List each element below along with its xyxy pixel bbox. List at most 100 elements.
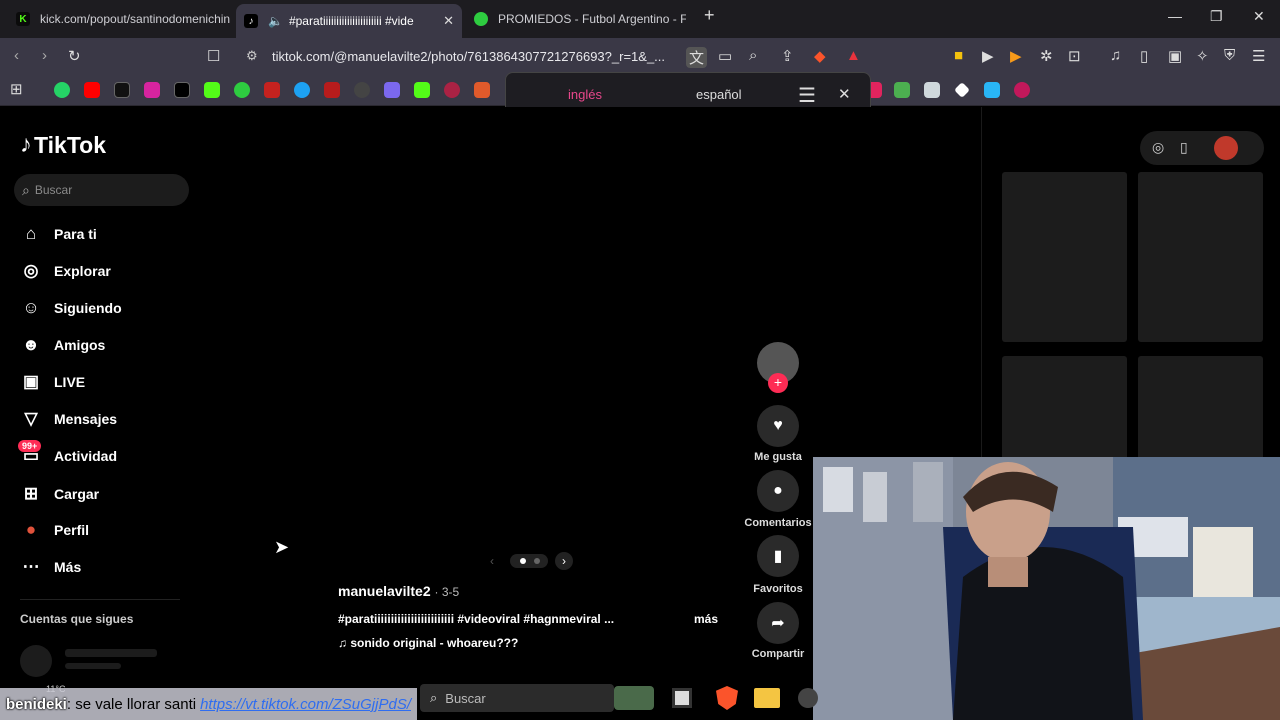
translate-close-icon[interactable]: ✕ (838, 85, 851, 103)
task-view-icon[interactable] (672, 688, 692, 708)
like-button[interactable]: ♥ (757, 405, 799, 447)
tab-kick[interactable]: K kick.com/popout/santinodomenichin (8, 6, 234, 32)
translate-menu-icon[interactable]: ☰ (798, 83, 816, 108)
apps-grid-icon[interactable]: ⊞ (10, 80, 23, 98)
source-language-tab[interactable]: inglés (568, 87, 602, 102)
sidebar-item-para-ti[interactable]: ⌂ Para ti (20, 222, 97, 246)
wallet-icon[interactable]: ▣ (1168, 47, 1182, 65)
close-tab-icon[interactable]: ✕ (435, 13, 454, 29)
reload-icon[interactable]: ↻ (68, 47, 81, 65)
record-bookmark-icon[interactable] (1014, 82, 1030, 98)
sidebar-item-explorar[interactable]: ◎ Explorar (20, 259, 111, 283)
kick-bookmark-icon[interactable] (204, 82, 220, 98)
bookmark-orange-icon[interactable] (474, 82, 490, 98)
zoom-icon[interactable]: ⌕ (749, 47, 757, 64)
chat-username: benideki (6, 695, 67, 713)
post-sound[interactable]: ♫ sonido original - whoareu??? (338, 636, 518, 650)
whatsapp-icon[interactable] (54, 82, 70, 98)
compass-icon: ◎ (23, 261, 39, 280)
vpn-icon[interactable]: ⛨ (1224, 47, 1235, 64)
promiedos-bookmark-icon[interactable] (234, 82, 250, 98)
bookmark-icon[interactable]: ☐ (207, 47, 220, 65)
search-input[interactable]: ⌕ Buscar (14, 174, 189, 206)
follow-plus-icon[interactable]: + (768, 373, 788, 393)
chat-link[interactable]: https://vt.tiktok.com/ZSuGjjPdS/ (200, 696, 411, 713)
share-page-icon[interactable]: ⇪ (781, 47, 794, 65)
carousel-dot-active[interactable] (520, 558, 526, 564)
tab-tiktok[interactable]: ♪ 🔈 #paratiiiiiiiiiiiiiiiiiiiiii #vide ✕ (236, 4, 462, 38)
related-thumbnail[interactable] (1138, 172, 1263, 342)
extension-icon[interactable]: ■ (954, 47, 963, 64)
diamond-bookmark-icon[interactable] (954, 82, 970, 98)
carousel-next-icon[interactable]: › (555, 552, 573, 570)
brave-shield-icon[interactable]: ◆ (814, 47, 826, 65)
sidebar-item-mas[interactable]: ⋯ Más (20, 555, 82, 579)
brave-rewards-icon[interactable]: ▲ (846, 47, 861, 64)
settings-taskbar-icon[interactable] (798, 688, 818, 708)
device-icon[interactable]: ▯ (1180, 139, 1188, 156)
restore-icon[interactable]: ❐ (1210, 8, 1223, 25)
forward-icon[interactable]: › (42, 47, 47, 64)
bookmark-circle-icon[interactable] (444, 82, 460, 98)
cast-icon[interactable]: ▭ (718, 47, 732, 65)
favorites-button[interactable]: ▮ (757, 535, 799, 577)
sidebar-item-siguiendo[interactable]: ☺ Siguiendo (20, 296, 121, 320)
minimize-icon[interactable]: — (1168, 8, 1182, 24)
bookmark-m-icon[interactable] (384, 82, 400, 98)
top-right-controls: ◎ ▯ (1140, 131, 1264, 165)
media-icon[interactable]: ▶ (1010, 47, 1022, 65)
tab-promiedos[interactable]: PROMIEDOS - Futbol Argentino - Fix (466, 6, 686, 32)
taskbar-search[interactable]: ⌕ Buscar (420, 684, 614, 712)
sidebar-toggle-icon[interactable]: ▯ (1140, 47, 1148, 65)
youtube-icon[interactable] (84, 82, 100, 98)
compass-small-icon[interactable]: ◎ (1152, 139, 1164, 156)
leo-ai-icon[interactable]: ✧ (1196, 47, 1209, 65)
sidebar-item-mensajes[interactable]: ▽ Mensajes (20, 407, 117, 431)
carousel-dot[interactable] (534, 558, 540, 564)
tiktok-logo[interactable]: ♪ TikTok (20, 131, 106, 159)
extensions-icon[interactable]: ✲ (1040, 47, 1053, 65)
play-extension-icon[interactable]: ▶ (982, 47, 994, 65)
menu-icon[interactable]: ☰ (1252, 47, 1265, 65)
name-skeleton (65, 663, 121, 669)
back-icon[interactable]: ‹ (14, 47, 19, 64)
bookmark-app-icon[interactable] (294, 82, 310, 98)
address-bar[interactable]: ⚙ tiktok.com/@manuelavilte2/photo/761386… (238, 42, 680, 70)
comments-button[interactable]: ● (757, 470, 799, 512)
x-icon[interactable] (174, 82, 190, 98)
target-language-tab[interactable]: español (696, 87, 742, 102)
kick-bookmark-2-icon[interactable] (414, 82, 430, 98)
download-bookmark-icon[interactable] (894, 82, 910, 98)
sidebar-item-live[interactable]: ▣ LIVE (20, 370, 85, 394)
sidebar-item-perfil[interactable]: ● Perfil (20, 518, 89, 542)
chart-bookmark-icon[interactable] (324, 82, 340, 98)
translate-icon[interactable]: 文 (686, 47, 708, 68)
more-caption-button[interactable]: más (694, 612, 718, 626)
upload-icon: ⊞ (23, 484, 39, 503)
carousel-prev-icon[interactable]: ‹ (490, 554, 494, 568)
screenshot-icon[interactable]: ⊡ (1068, 47, 1081, 65)
file-explorer-icon[interactable] (754, 688, 780, 708)
new-tab-button[interactable]: + (704, 5, 715, 26)
share-button[interactable]: ➦ (757, 602, 799, 644)
user-avatar[interactable] (1214, 136, 1238, 160)
chat-message: : se vale llorar santi (66, 695, 197, 713)
music-icon[interactable]: ♫ (1110, 47, 1121, 64)
sidebar-item-cargar[interactable]: ⊞ Cargar (20, 482, 99, 506)
tiktok-bookmark-icon[interactable] (114, 82, 130, 98)
sidebar-item-actividad[interactable]: ▭ 99+ Actividad (18, 440, 117, 468)
docs-bookmark-icon[interactable] (924, 82, 940, 98)
sidebar: ♪ TikTok ⌕ Buscar ⌂ Para ti ◎ Explorar ☺… (0, 107, 200, 720)
friends-icon: ☻ (22, 335, 40, 354)
related-thumbnail[interactable] (1002, 172, 1127, 342)
tab-title: PROMIEDOS - Futbol Argentino - Fix (498, 12, 686, 26)
post-author[interactable]: manuelavilte2 (338, 583, 431, 599)
save-bookmark-icon[interactable] (984, 82, 1000, 98)
taskbar-widget-image[interactable] (614, 686, 654, 710)
instagram-icon[interactable] (144, 82, 160, 98)
sidebar-item-amigos[interactable]: ☻ Amigos (20, 333, 105, 357)
site-info-icon[interactable]: ⚙ (246, 48, 258, 64)
gmail-icon[interactable] (264, 82, 280, 98)
github-icon[interactable] (354, 82, 370, 98)
close-window-icon[interactable]: ✕ (1253, 8, 1265, 25)
